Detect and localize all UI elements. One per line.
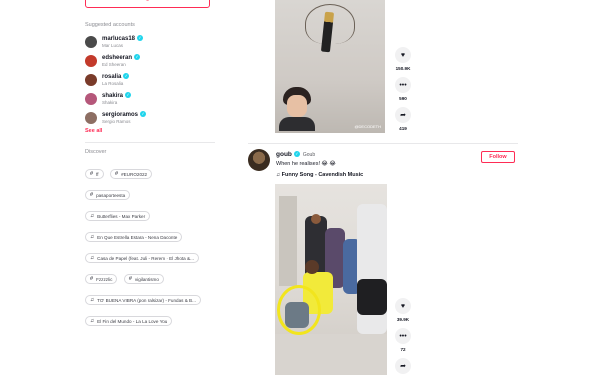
discover-tag[interactable]: ♫ Butterflies - Max Parker <box>85 211 151 221</box>
account-username: edsheeran ✓ <box>102 54 141 61</box>
music-note-icon: ♫ <box>90 255 95 261</box>
person-head <box>311 214 321 224</box>
music-note-icon: ♫ <box>90 213 95 219</box>
comment-button[interactable]: ••• <box>395 77 411 93</box>
music-note-icon: ♫ <box>90 234 95 240</box>
discover-tag[interactable]: ♫ Casa de Papel (feat. Juli - Rerem · El … <box>85 253 199 263</box>
avatar <box>85 55 97 67</box>
video-watermark: @DECODETH <box>354 124 381 129</box>
door-image <box>279 196 297 286</box>
music-note-icon: ♫ <box>90 318 95 324</box>
avatar <box>85 112 97 124</box>
discover-tag[interactable]: # pasaporteesta <box>85 190 131 200</box>
verified-icon: ✓ <box>123 73 130 79</box>
discover-tag[interactable]: # #EURO2022 <box>110 169 153 179</box>
share-count: 419 <box>399 126 407 131</box>
avatar <box>85 36 97 48</box>
account-username: shakira ✓ <box>102 92 132 99</box>
suggested-account[interactable]: shakira ✓ Shakira <box>85 91 215 107</box>
hashtag-icon: # <box>128 276 132 282</box>
heart-icon: ♥ <box>400 302 406 310</box>
suggested-account[interactable]: sergioramos ✓ Sergio Ramos <box>85 110 215 126</box>
like-count: 150.9K <box>395 66 411 71</box>
account-username: marlucas18 ✓ <box>102 35 144 42</box>
person-shorts <box>357 279 387 315</box>
heart-icon: ♥ <box>400 51 406 59</box>
annotation-circle <box>277 285 321 335</box>
comment-count: 72 <box>400 347 406 352</box>
person-image <box>279 87 315 131</box>
author-username[interactable]: goub <box>276 151 292 158</box>
like-button[interactable]: ♥ <box>395 298 411 314</box>
post-music-link[interactable]: ♫ Funny Song - Cavendish Music <box>276 172 363 178</box>
hashtag-icon: # <box>90 276 94 282</box>
discover-tag[interactable]: # ff <box>85 169 104 179</box>
author-nickname: Goub <box>302 152 316 158</box>
person-head <box>305 260 319 274</box>
account-username: rosalia ✓ <box>102 73 130 80</box>
left-sidebar: Log in Suggested accounts marlucas18✓ Ma… <box>0 0 240 375</box>
suggested-accounts-title: Suggested accounts <box>85 22 135 28</box>
suggested-account[interactable]: rosalia ✓ La Rosalia <box>85 72 215 88</box>
hashtag-icon: # <box>90 171 94 177</box>
account-nickname: Sergio Ramos <box>102 119 131 124</box>
post-actions: ♥ 39.9K ••• 72 ➦ <box>393 298 413 374</box>
divider <box>85 142 215 143</box>
discover-tag[interactable]: # Fzzzzlic <box>85 274 118 284</box>
floor-image <box>275 334 387 375</box>
account-nickname: Shakira <box>102 100 118 105</box>
hashtag-icon: # <box>90 192 94 198</box>
discover-tags: # ff # #EURO2022 # pasaporteesta ♫ Butterfli… <box>85 162 220 330</box>
comment-button[interactable]: ••• <box>395 328 411 344</box>
verified-icon: ✓ <box>293 151 300 157</box>
discover-title: Discover <box>85 149 107 155</box>
like-button[interactable]: ♥ <box>395 47 411 63</box>
comment-count: 590 <box>399 96 407 101</box>
post-description: When he realises! 😂 😂 <box>276 161 336 167</box>
account-nickname: Mar Lucas <box>102 43 124 48</box>
verified-icon: ✓ <box>140 111 147 117</box>
comment-icon: ••• <box>399 332 407 340</box>
video-player[interactable] <box>275 184 387 375</box>
hashtag-icon: # <box>115 171 119 177</box>
suggested-account[interactable]: marlucas18 ✓ Mar Lucas <box>85 34 215 50</box>
video-player[interactable]: @DECODETH <box>275 0 385 133</box>
follow-button[interactable]: Follow <box>481 151 515 163</box>
author-avatar[interactable] <box>248 149 270 171</box>
comment-icon: ••• <box>399 81 407 89</box>
discover-tag[interactable]: ♫ El Fin del Mundo - La La Love You <box>85 316 173 326</box>
share-icon: ➦ <box>400 112 406 119</box>
suggested-account[interactable]: edsheeran ✓ Ed Sheeran <box>85 53 215 69</box>
avatar <box>85 74 97 86</box>
tiktok-page: Log in Suggested accounts marlucas18✓ Ma… <box>0 0 600 375</box>
discover-tag[interactable]: # vigilantismo <box>123 274 164 284</box>
account-username: sergioramos ✓ <box>102 111 147 118</box>
verified-icon: ✓ <box>125 92 132 98</box>
music-note-icon: ♫ <box>90 297 95 303</box>
post-author[interactable]: goub ✓ Goub <box>276 151 315 158</box>
share-button[interactable]: ➦ <box>395 107 411 123</box>
account-nickname: Ed Sheeran <box>102 62 126 67</box>
verified-icon: ✓ <box>134 54 141 60</box>
like-count: 39.9K <box>396 317 410 322</box>
share-button[interactable]: ➦ <box>395 358 411 374</box>
login-button[interactable]: Log in <box>85 0 210 8</box>
discover-tag[interactable]: ♫ En Que Estrella Estara - Nena Daconte <box>85 232 183 242</box>
post-actions: ♥ 150.9K ••• 590 ➦ 419 <box>393 47 413 137</box>
account-nickname: La Rosalia <box>102 81 124 86</box>
feed-divider <box>248 143 518 144</box>
share-icon: ➦ <box>400 363 406 370</box>
discover-tag[interactable]: ♫ TO' BUENA VIBRA (pon ralsizar) - Fundas… <box>85 295 201 305</box>
see-all-link[interactable]: See all <box>85 128 102 134</box>
verified-icon: ✓ <box>137 35 144 41</box>
avatar <box>85 93 97 105</box>
